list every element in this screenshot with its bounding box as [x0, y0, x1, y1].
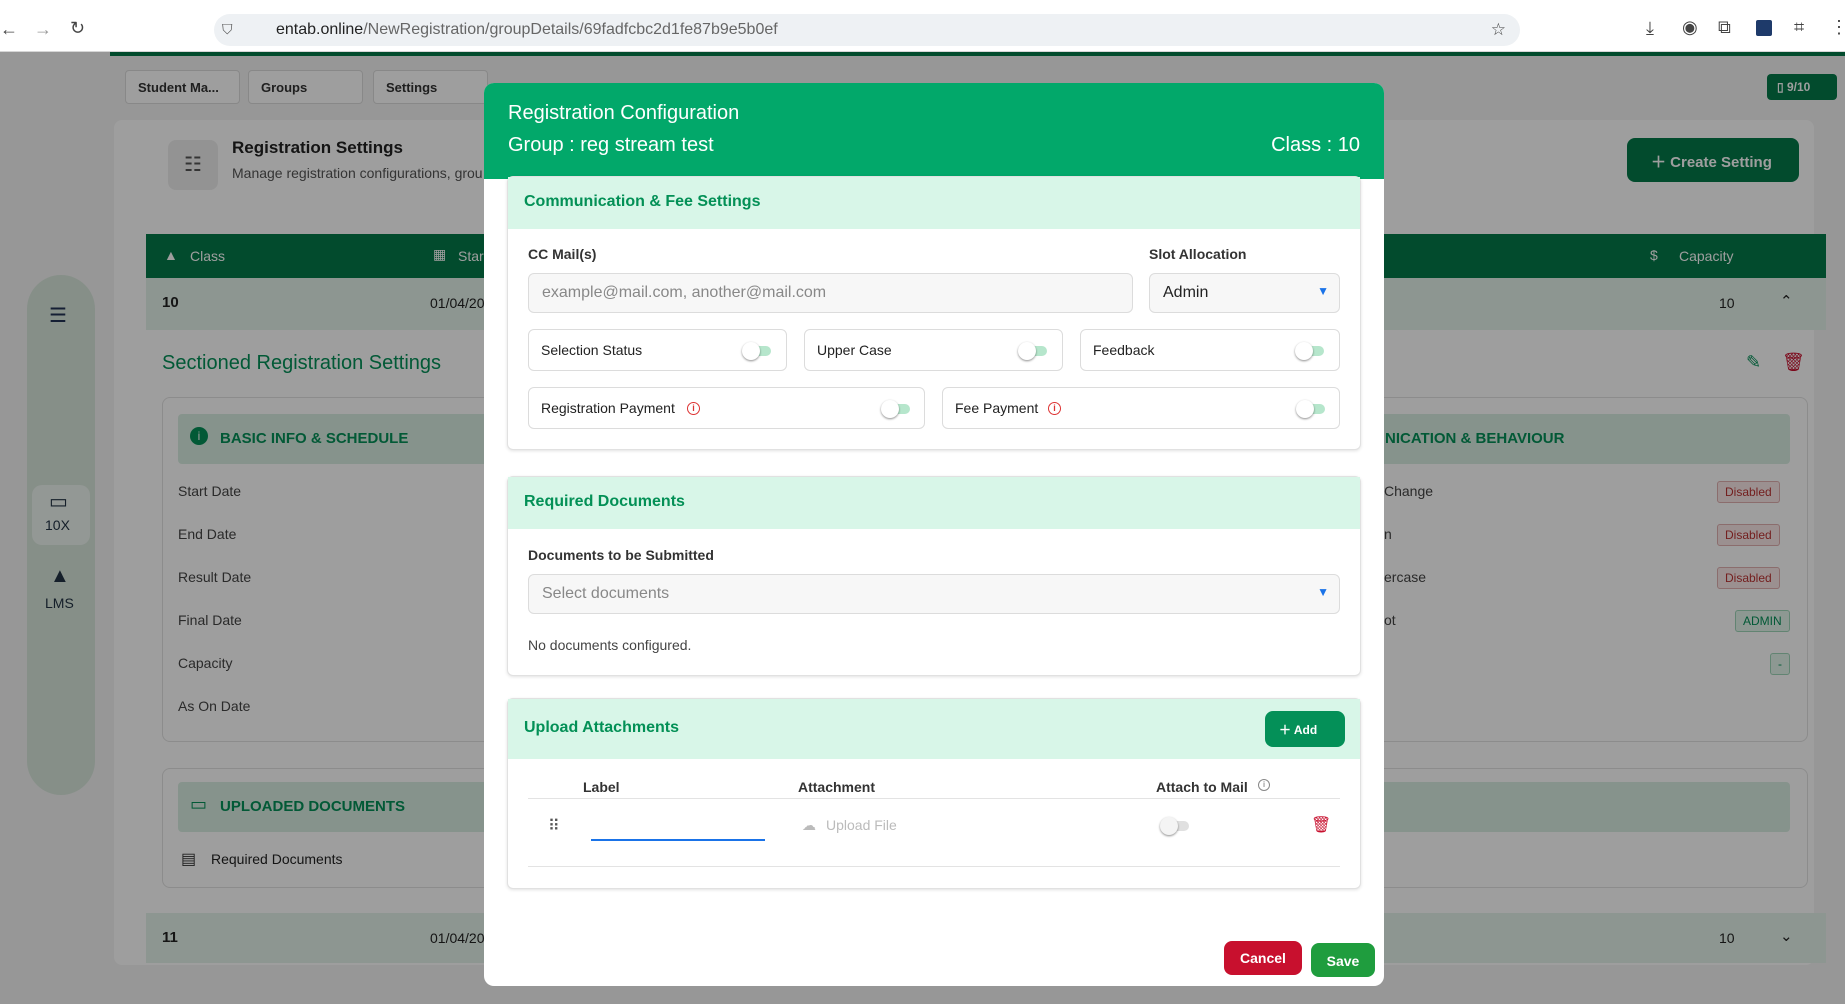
delete-attachment-icon[interactable]: 🗑 — [1311, 815, 1331, 835]
toggle-label: Registration Payment — [541, 400, 675, 416]
slot-allocation-value: Admin — [1163, 284, 1209, 301]
modal-group: Group : reg stream test — [508, 134, 714, 156]
divider — [528, 798, 1340, 799]
upper-case-toggle-box: Upper Case — [804, 329, 1063, 371]
selection-status-toggle-box: Selection Status — [528, 329, 787, 371]
info-icon[interactable]: i — [687, 402, 700, 415]
toggle-knob — [881, 400, 899, 418]
react-devtools-icon[interactable] — [1756, 20, 1772, 36]
cloud-upload-icon[interactable]: ☁ — [802, 817, 816, 834]
feedback-toggle-box: Feedback — [1080, 329, 1340, 371]
toggle-knob — [1018, 342, 1036, 360]
documents-label: Documents to be Submitted — [528, 547, 714, 563]
modal-class: Class : 10 — [1271, 134, 1360, 156]
info-icon[interactable]: i — [1258, 779, 1270, 791]
communication-fee-section: Communication & Fee Settings CC Mail(s) … — [507, 176, 1361, 450]
no-documents-text: No documents configured. — [528, 637, 692, 653]
crop-icon[interactable]: ⌗ — [1794, 18, 1804, 36]
slot-allocation-select[interactable]: Admin ▼ — [1149, 273, 1340, 313]
extensions-icon[interactable]: ⧉ — [1718, 18, 1731, 36]
upload-attachments-section: Upload Attachments ＋ Add Label Attachmen… — [507, 698, 1361, 889]
toggle-knob — [1160, 817, 1178, 835]
profile-icon[interactable]: ◉ — [1682, 18, 1698, 36]
dropdown-arrow-icon: ▼ — [1317, 585, 1329, 599]
registration-configuration-modal: Registration Configuration Group : reg s… — [484, 83, 1384, 986]
url-host: entab.online — [276, 21, 364, 38]
add-label: Add — [1293, 723, 1318, 737]
attach-to-mail-toggle[interactable] — [1160, 817, 1189, 835]
toggle-knob — [1296, 400, 1314, 418]
upper-case-toggle[interactable] — [1018, 342, 1047, 360]
upload-file-text[interactable]: Upload File — [826, 817, 897, 833]
info-icon[interactable]: i — [1048, 402, 1061, 415]
registration-payment-toggle-box: Registration Payment i — [528, 387, 925, 429]
section-title: Communication & Fee Settings — [508, 177, 1360, 229]
section-title: Upload Attachments — [508, 699, 1360, 759]
cc-mail-placeholder: example@mail.com, another@mail.com — [542, 284, 827, 301]
column-label: Label — [583, 779, 620, 795]
dropdown-arrow-icon: ▼ — [1317, 284, 1329, 298]
drag-handle-icon[interactable]: ⠿ — [548, 816, 560, 836]
reload-icon[interactable]: ↻ — [70, 19, 85, 37]
cancel-button[interactable]: Cancel — [1224, 941, 1302, 975]
fee-payment-toggle-box: Fee Payment i — [942, 387, 1340, 429]
modal-title: Registration Configuration — [508, 102, 740, 124]
column-attach-to-mail: Attach to Mail — [1156, 779, 1248, 795]
add-attachment-button[interactable]: ＋ Add — [1265, 711, 1345, 747]
back-icon[interactable]: ← — [0, 20, 18, 38]
browser-toolbar: ← → ↻ ⛉ entab.online/NewRegistration/gro… — [0, 0, 1845, 52]
toggle-knob — [742, 342, 760, 360]
attachment-label-input[interactable] — [591, 807, 765, 841]
selection-status-toggle[interactable] — [742, 342, 771, 360]
toggle-knob — [1295, 342, 1313, 360]
plus-icon: ＋ — [1279, 723, 1294, 737]
bookmark-star-icon[interactable]: ☆ — [1491, 20, 1506, 40]
address-bar[interactable]: ⛉ entab.online/NewRegistration/groupDeta… — [214, 14, 1520, 46]
toggle-label: Selection Status — [541, 342, 643, 358]
puzzle-icon[interactable]: ⋮ — [1830, 18, 1845, 36]
url-path: /NewRegistration/groupDetails/69fadfcbc2… — [363, 21, 778, 38]
slot-allocation-label: Slot Allocation — [1149, 246, 1247, 262]
section-title: Required Documents — [508, 477, 1360, 529]
fee-payment-toggle[interactable] — [1296, 400, 1325, 418]
toggle-label: Feedback — [1093, 342, 1155, 358]
required-documents-section: Required Documents Documents to be Submi… — [507, 476, 1361, 676]
column-attachment: Attachment — [798, 779, 876, 795]
registration-payment-toggle[interactable] — [881, 400, 910, 418]
documents-placeholder: Select documents — [542, 585, 670, 602]
cc-mail-label: CC Mail(s) — [528, 246, 597, 262]
download-icon[interactable]: ⤓ — [1646, 19, 1654, 37]
modal-header: Registration Configuration Group : reg s… — [484, 83, 1384, 179]
feedback-toggle[interactable] — [1295, 342, 1324, 360]
documents-select[interactable]: Select documents ▼ — [528, 574, 1340, 614]
divider — [528, 866, 1340, 867]
url-text: entab.online/NewRegistration/groupDetail… — [276, 21, 778, 39]
toggle-label: Fee Payment — [955, 400, 1039, 416]
forward-icon[interactable]: → — [34, 20, 52, 38]
save-button[interactable]: Save — [1311, 943, 1375, 977]
toggle-label: Upper Case — [817, 342, 892, 358]
cc-mail-input[interactable]: example@mail.com, another@mail.com — [528, 273, 1133, 313]
site-info-icon[interactable]: ⛉ — [222, 21, 233, 38]
